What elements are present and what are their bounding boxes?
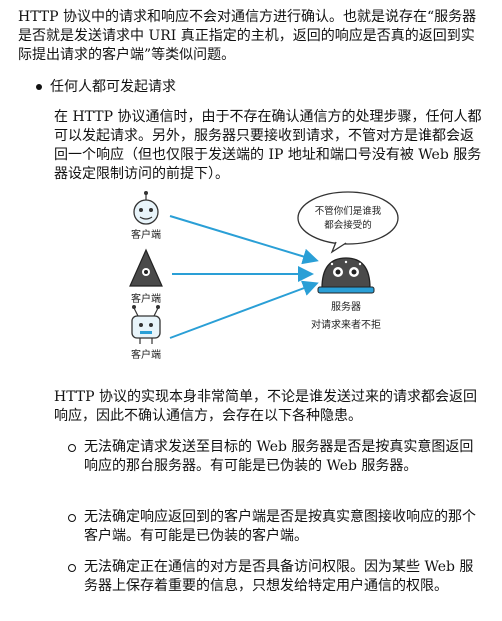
arrow-1 <box>169 215 319 265</box>
server-label: 服务器 <box>331 300 361 313</box>
server-icon <box>317 257 375 294</box>
circle-bullet-icon <box>68 564 76 572</box>
risk-item-text: 无法确定正在通信的对方是否具备访问权限。因为某些 Web 服务器上保存着重要的信… <box>84 559 474 594</box>
risk-item-text: 无法确定响应返回到的客户端是否是按真实意图接收响应的那个客户端。有可能是已伪装的… <box>84 509 476 544</box>
risk-item: 无法确定正在通信的对方是否具备访问权限。因为某些 Web 服务器上保存着重要的信… <box>64 558 484 596</box>
figure-caption: 对请求来者不拒 <box>311 318 381 331</box>
client-label-3: 客户端 <box>131 348 161 361</box>
explain-paragraph: 在 HTTP 协议通信时，由于不存在确认通信方的处理步骤，任何人都可以发起请求。… <box>54 109 482 182</box>
bullet-dot-icon <box>36 84 42 90</box>
circle-bullet-icon <box>68 444 76 452</box>
intro-paragraph: HTTP 协议中的请求和响应不会对通信方进行确认。也就是说存在“服务器是否就是发… <box>18 9 477 63</box>
client-robot-icon <box>133 191 159 225</box>
speech-line-2: 都会接受的 <box>324 219 372 231</box>
risk-item: 无法确定响应返回到的客户端是否是按真实意图接收响应的那个客户端。有可能是已伪装的… <box>64 508 484 546</box>
arrow-3 <box>169 280 319 339</box>
circle-bullet-icon <box>68 514 76 522</box>
speech-line-1: 不管你们是谁我 <box>315 205 382 217</box>
client-triangle-icon <box>129 248 163 287</box>
document-page: HTTP 协议中的请求和响应不会对通信方进行确认。也就是说存在“服务器是否就是发… <box>0 0 502 621</box>
risk-item: 无法确定请求发送至目标的 Web 服务器是否是按真实意图返回响应的那台服务器。有… <box>64 438 484 476</box>
risk-item-text: 无法确定请求发送至目标的 Web 服务器是否是按真实意图返回响应的那台服务器。有… <box>84 439 474 474</box>
bullet-heading: 任何人都可发起请求 <box>36 78 176 97</box>
client-label-2: 客户端 <box>131 292 161 305</box>
speech-bubble: 不管你们是谁我 都会接受的 <box>297 191 399 254</box>
client-antenna-robot-icon <box>131 305 161 344</box>
client-label-1: 客户端 <box>131 228 161 241</box>
bullet-heading-text: 任何人都可发起请求 <box>50 79 176 95</box>
figure-svg: 客户端 客户端 客户端 不管你们是谁我 都会接受的 服务器 对请求来者不拒 <box>129 191 399 361</box>
risk-intro-paragraph: HTTP 协议的实现本身非常简单，不论是谁发送过来的请求都会返回响应，因此不确认… <box>54 389 478 424</box>
request-figure: 客户端 客户端 客户端 不管你们是谁我 都会接受的 服务器 对请求来者不拒 <box>110 188 400 373</box>
